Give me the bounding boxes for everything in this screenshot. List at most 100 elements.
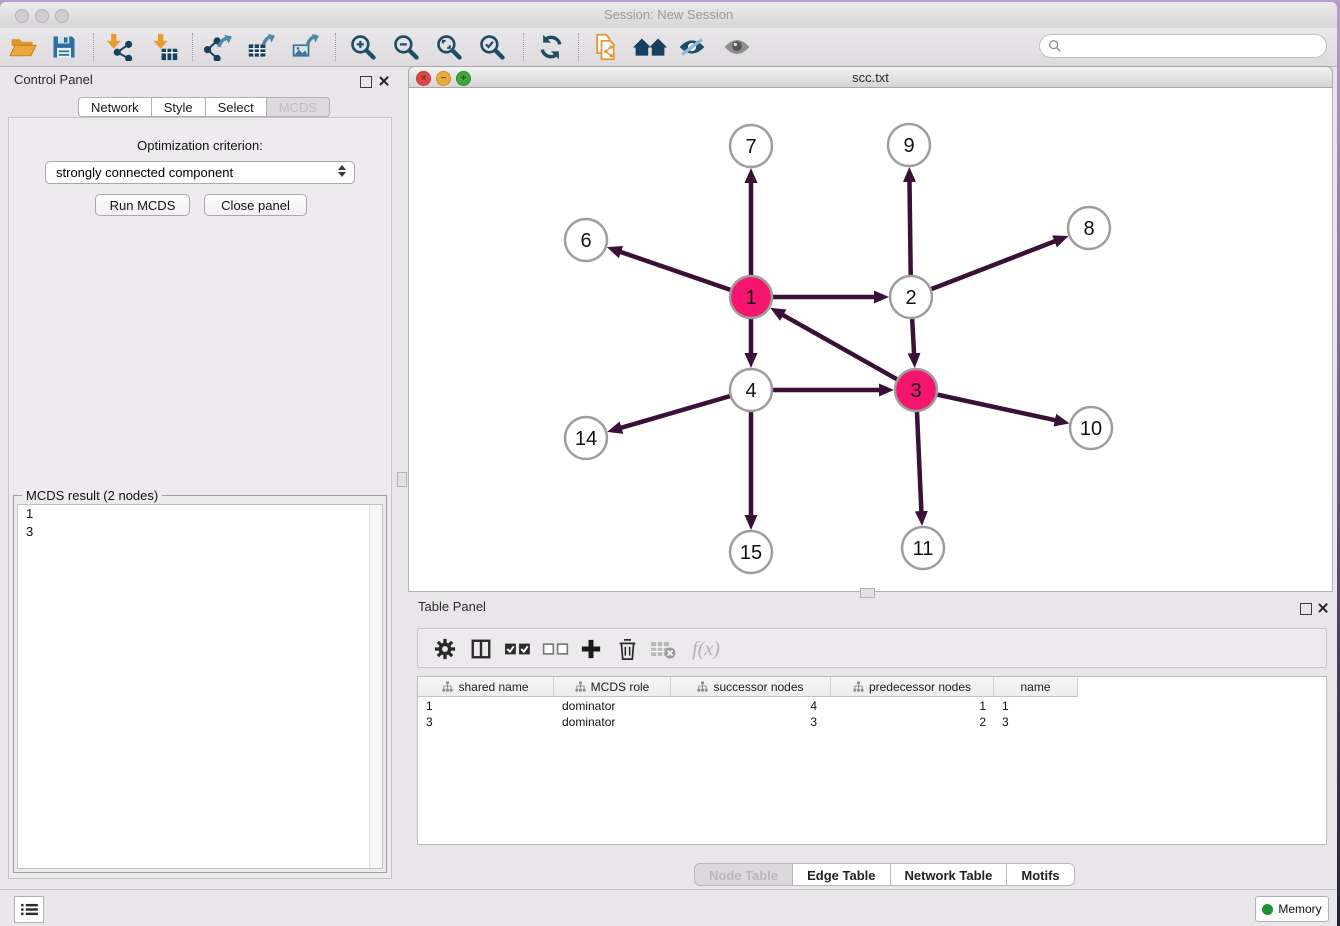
delete-column-icon[interactable]	[614, 636, 640, 662]
delete-table-icon[interactable]	[648, 636, 678, 662]
graph-edge-2-8[interactable]	[911, 241, 1055, 297]
graph-node-label: 15	[740, 542, 762, 564]
run-mcds-button[interactable]: Run MCDS	[95, 194, 190, 216]
function-builder-icon[interactable]: f(x)	[686, 636, 726, 662]
graph-node-label: 6	[580, 230, 591, 252]
tab-motifs[interactable]: Motifs	[1007, 863, 1074, 886]
tab-mcds[interactable]: MCDS	[267, 97, 330, 117]
application-window: Session: New Session	[0, 2, 1337, 926]
search-icon	[1048, 39, 1062, 53]
tab-network-table[interactable]: Network Table	[891, 863, 1008, 886]
memory-status-icon	[1262, 904, 1273, 915]
zoom-out-icon[interactable]	[391, 32, 421, 62]
column-label: MCDS role	[591, 680, 650, 694]
zoom-selected-icon[interactable]	[477, 32, 507, 62]
table-row[interactable]: 1 dominator 4 1 1	[418, 698, 1078, 714]
graph-node-label: 2	[905, 287, 916, 309]
control-panel-title: Control Panel	[14, 72, 93, 87]
duplicate-network-icon[interactable]	[590, 32, 620, 62]
cell-shared-name: 3	[418, 714, 554, 730]
table-header-row: shared name MCDS role successor nodes pr…	[418, 677, 1078, 697]
cell-name: 3	[994, 714, 1078, 730]
apply-layout-icon[interactable]	[536, 32, 566, 62]
criterion-dropdown[interactable]: strongly connected component	[45, 161, 355, 184]
table-panel-close-icon[interactable]	[1317, 602, 1329, 614]
zoom-fit-icon[interactable]	[434, 32, 464, 62]
column-header-predecessor-nodes[interactable]: predecessor nodes	[831, 677, 994, 697]
column-header-shared-name[interactable]: shared name	[418, 677, 554, 697]
column-layout-icon[interactable]	[468, 636, 494, 662]
control-panel-close-icon[interactable]	[378, 75, 390, 87]
column-label: successor nodes	[713, 680, 803, 694]
table-row[interactable]: 3 dominator 3 2 3	[418, 714, 1078, 730]
graph-node-label: 7	[745, 136, 756, 158]
tab-edge-table[interactable]: Edge Table	[793, 863, 890, 886]
add-column-icon[interactable]	[578, 636, 604, 662]
network-graph: 7968124314101511	[409, 88, 1332, 590]
main-toolbar	[0, 28, 1337, 67]
show-all-icon[interactable]	[631, 32, 669, 62]
save-session-icon[interactable]	[49, 32, 79, 62]
network-window-titlebar[interactable]: × − + scc.txt	[408, 66, 1333, 88]
memory-label: Memory	[1278, 902, 1321, 916]
table-panel-float-icon[interactable]	[1300, 603, 1312, 615]
network-window-title: scc.txt	[409, 70, 1332, 85]
zoom-in-icon[interactable]	[348, 32, 378, 62]
control-panel-tabs: Network Style Select MCDS	[78, 97, 330, 117]
graph-node-label: 10	[1080, 418, 1102, 440]
tab-node-table[interactable]: Node Table	[694, 863, 793, 886]
result-line: 1	[18, 505, 382, 523]
table-panel-title: Table Panel	[418, 599, 486, 614]
search-box[interactable]	[1039, 34, 1327, 58]
mcds-result-list[interactable]: 1 3	[17, 504, 383, 869]
deselect-all-columns-icon[interactable]	[540, 636, 572, 662]
mcds-panel: Optimization criterion: strongly connect…	[8, 117, 392, 879]
graph-node-label: 3	[910, 380, 921, 402]
title-bar: Session: New Session	[0, 2, 1337, 29]
column-label: predecessor nodes	[869, 680, 971, 694]
cell-mcds-role: dominator	[554, 698, 671, 714]
export-image-icon[interactable]	[290, 32, 320, 62]
network-canvas[interactable]: 7968124314101511	[408, 88, 1333, 592]
graph-node-label: 8	[1083, 218, 1094, 240]
hide-details-icon[interactable]	[677, 32, 707, 62]
status-bar: Memory	[0, 889, 1337, 926]
column-header-successor-nodes[interactable]: successor nodes	[671, 677, 831, 697]
tab-network[interactable]: Network	[78, 97, 152, 117]
show-details-icon[interactable]	[722, 32, 752, 62]
open-session-icon[interactable]	[8, 32, 38, 62]
close-panel-button[interactable]: Close panel	[204, 194, 307, 216]
export-network-icon[interactable]	[203, 32, 233, 62]
search-input[interactable]	[1066, 38, 1326, 54]
vertical-splitter-handle[interactable]	[397, 472, 407, 487]
graph-node-label: 14	[575, 428, 597, 450]
column-header-mcds-role[interactable]: MCDS role	[554, 677, 671, 697]
graph-node-label: 1	[745, 287, 756, 309]
tab-style[interactable]: Style	[152, 97, 206, 117]
tab-select[interactable]: Select	[206, 97, 267, 117]
memory-button[interactable]: Memory	[1255, 896, 1329, 922]
graph-edge-3-1[interactable]	[782, 315, 916, 390]
task-history-button[interactable]	[14, 896, 44, 923]
column-settings-icon[interactable]	[432, 636, 458, 662]
import-network-icon[interactable]	[104, 32, 134, 62]
mcds-result-title: MCDS result (2 nodes)	[22, 488, 162, 503]
sort-hierarchy-icon	[853, 681, 864, 692]
control-panel-float-icon[interactable]	[360, 76, 372, 88]
cell-predecessor-nodes: 1	[831, 698, 994, 714]
select-all-columns-icon[interactable]	[502, 636, 534, 662]
graph-node-label: 11	[913, 538, 934, 560]
fx-label: f(x)	[692, 638, 720, 661]
table-tabs: Node Table Edge Table Network Table Moti…	[694, 863, 1075, 886]
import-table-icon[interactable]	[150, 32, 180, 62]
result-scrollbar[interactable]	[369, 505, 382, 868]
sort-hierarchy-icon	[575, 681, 586, 692]
cell-predecessor-nodes: 2	[831, 714, 994, 730]
cell-shared-name: 1	[418, 698, 554, 714]
criterion-value: strongly connected component	[56, 165, 233, 180]
export-table-icon[interactable]	[246, 32, 276, 62]
sort-hierarchy-icon	[442, 681, 453, 692]
horizontal-splitter-handle[interactable]	[860, 588, 875, 598]
column-header-name[interactable]: name	[994, 677, 1078, 697]
graph-node-label: 9	[903, 135, 914, 157]
